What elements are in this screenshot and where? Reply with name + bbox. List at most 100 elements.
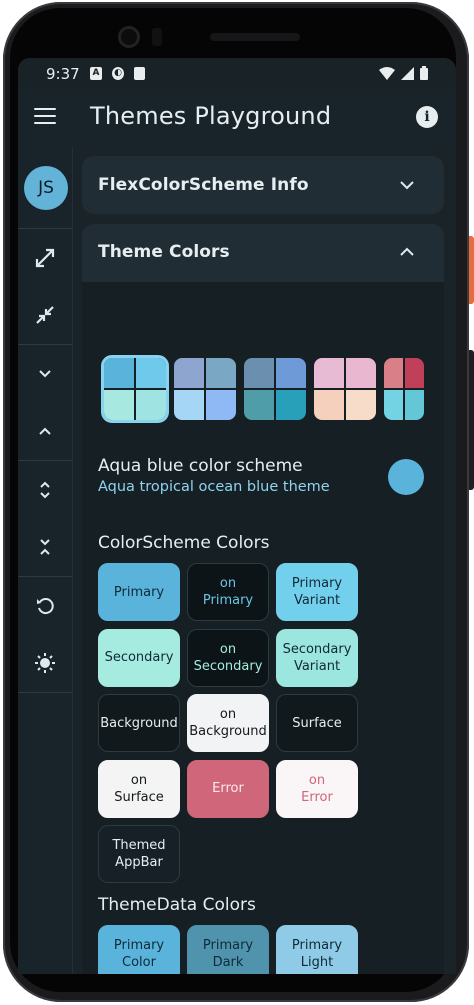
color-tile[interactable]: on Error (276, 759, 358, 818)
circle-icon: ◐ (112, 67, 124, 80)
color-tile-label: Primary Variant (291, 576, 343, 608)
brightness-icon (35, 653, 55, 673)
sd-icon (134, 67, 145, 80)
color-tile[interactable]: Secondary Variant (276, 628, 358, 687)
color-tile-label: Error (212, 781, 244, 796)
color-tile[interactable]: on Primary (187, 563, 269, 621)
rail-divider (18, 344, 72, 345)
color-tile[interactable]: on Secondary (187, 628, 269, 687)
swatch-quadrant (206, 358, 236, 388)
earpiece-speaker (210, 33, 300, 41)
swatch-quadrant (346, 390, 376, 420)
swatch-quadrant (104, 358, 134, 388)
screen: 9:37 A ◐ Themes Playground i JS FlexColo… (18, 58, 456, 974)
scheme-swatch[interactable] (384, 358, 424, 420)
chevron-down-icon (39, 370, 51, 378)
color-tile[interactable]: Surface (276, 694, 358, 752)
swatch-quadrant (384, 358, 403, 388)
color-tile-label: on Error (301, 772, 333, 805)
info-icon[interactable]: i (416, 106, 438, 128)
color-tile[interactable]: Primary Light (276, 925, 358, 974)
color-tile[interactable]: Secondary (98, 628, 180, 687)
colorscheme-section-title: ColorScheme Colors (98, 533, 270, 553)
rail-divider (18, 228, 72, 229)
swatch-quadrant (346, 358, 376, 388)
color-tile[interactable]: Primary Dark (187, 925, 269, 974)
color-tile-label: Secondary (104, 650, 174, 665)
restore-icon (37, 598, 54, 615)
color-tile[interactable]: Themed AppBar (98, 825, 180, 883)
rail-divider (18, 460, 72, 461)
battery-icon (420, 66, 428, 80)
page-title: Themes Playground (90, 102, 332, 130)
swatch-quadrant (206, 390, 236, 420)
scheme-swatch[interactable] (244, 358, 306, 420)
color-tile[interactable]: Background (98, 694, 180, 752)
chevron-down-icon[interactable] (400, 178, 414, 192)
scheme-name: Aqua blue color scheme (98, 456, 303, 476)
next-card-button[interactable] (18, 346, 72, 402)
unfold-less-icon (40, 539, 50, 555)
scheme-color-indicator[interactable] (388, 459, 424, 495)
side-rail: JS (18, 148, 73, 974)
menu-icon[interactable] (34, 108, 56, 126)
themedata-section-title: ThemeData Colors (98, 895, 256, 915)
scheme-swatches (101, 355, 424, 423)
expand-all-button[interactable] (18, 230, 72, 286)
theme-colors-header[interactable]: Theme Colors (82, 224, 444, 282)
app-bar: Themes Playground i (18, 90, 456, 148)
color-tile-label: Primary Color (113, 938, 165, 970)
color-tile[interactable]: Error (187, 759, 269, 818)
chevron-up-icon (39, 427, 51, 435)
swatch-quadrant (244, 390, 274, 420)
collapse-card-button[interactable] (18, 519, 72, 575)
reset-button[interactable] (18, 578, 72, 634)
theme-mode-button[interactable] (18, 635, 72, 691)
color-tile-label: on Primary (202, 576, 254, 608)
rail-divider (18, 692, 72, 693)
color-tile-label: Background (100, 715, 178, 731)
swatch-quadrant (174, 390, 204, 420)
expand-card-button[interactable] (18, 462, 72, 518)
avatar[interactable]: JS (24, 166, 68, 210)
color-tile-label: Primary Light (291, 938, 343, 970)
swatch-quadrant (244, 358, 274, 388)
color-tile[interactable]: Primary Variant (276, 563, 358, 621)
main-content: FlexColorScheme Info Theme Colors Aqua b… (82, 154, 446, 974)
color-tile-label: on Surface (114, 772, 164, 805)
swatch-quadrant (384, 390, 403, 420)
swatch-quadrant (314, 358, 344, 388)
swatch-quadrant (314, 390, 344, 420)
wifi-icon (379, 66, 395, 80)
signal-icon (401, 66, 414, 80)
scheme-swatch[interactable] (174, 358, 236, 420)
status-right (379, 66, 428, 80)
phone-frame: 9:37 A ◐ Themes Playground i JS FlexColo… (0, 0, 474, 1005)
color-tile-label: Primary (113, 584, 165, 600)
info-card[interactable]: FlexColorScheme Info (82, 156, 444, 214)
swatch-quadrant (174, 358, 204, 388)
scheme-swatch[interactable] (314, 358, 376, 420)
a-icon: A (90, 67, 102, 80)
color-tile[interactable]: on Background (187, 694, 269, 752)
status-bar: 9:37 A ◐ (18, 58, 456, 90)
scheme-swatch[interactable] (101, 355, 169, 423)
color-tile-label: Surface (292, 715, 342, 731)
swatch-quadrant (276, 358, 306, 388)
color-tile-label: on Background (189, 707, 267, 739)
chevron-up-icon[interactable] (400, 245, 414, 259)
color-tile[interactable]: Primary Color (98, 925, 180, 974)
theme-colors-title: Theme Colors (98, 242, 230, 262)
color-tile-label: Secondary Variant (282, 641, 352, 674)
previous-card-button[interactable] (18, 403, 72, 459)
swatch-quadrant (276, 390, 306, 420)
color-tile[interactable]: on Surface (98, 759, 180, 818)
color-tile-label: on Secondary (193, 641, 263, 674)
swatch-quadrant (405, 358, 424, 388)
swatch-quadrant (136, 390, 166, 420)
collapse-icon (36, 306, 54, 324)
swatch-quadrant (136, 358, 166, 388)
collapse-all-button[interactable] (18, 287, 72, 343)
color-tile[interactable]: Primary (98, 563, 180, 621)
volume-button (469, 350, 474, 490)
